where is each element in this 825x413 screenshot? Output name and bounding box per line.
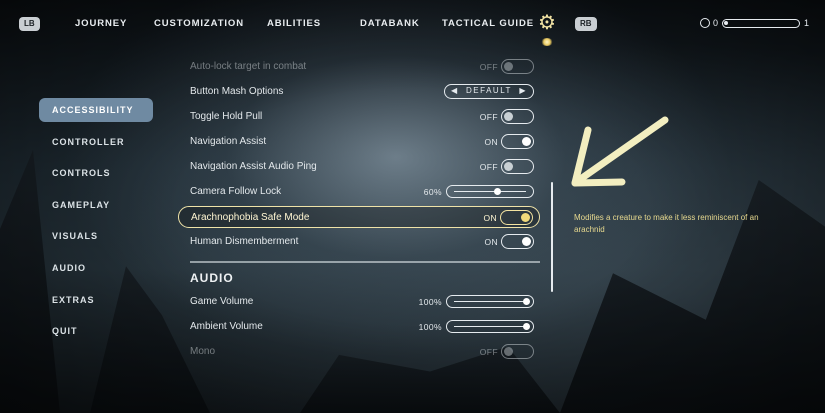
tab-settings[interactable]: ⚙ <box>536 12 558 46</box>
sidebar-item-controller[interactable]: CONTROLLER <box>39 130 153 154</box>
slider-knob[interactable] <box>522 298 530 305</box>
setting-row-button-mash[interactable]: Button Mash Options ◀ DEFAULT ▶ <box>178 81 540 103</box>
toggle-knob <box>504 62 513 71</box>
sidebar-item-quit[interactable]: QUIT <box>39 319 153 343</box>
sidebar-item-gameplay[interactable]: GAMEPLAY <box>39 193 153 217</box>
setting-label: Arachnophobia Safe Mode <box>191 212 310 223</box>
game-volume-slider[interactable] <box>446 295 534 308</box>
setting-label: Navigation Assist <box>190 136 267 147</box>
lb-bumper-button[interactable]: LB <box>19 17 40 31</box>
setting-value: OFF <box>479 62 498 72</box>
slider-track <box>454 300 526 302</box>
stim-count-left: 0 <box>713 18 719 28</box>
sidebar-item-controls[interactable]: CONTROLS <box>39 161 153 185</box>
setting-value: ON <box>484 237 498 247</box>
slider-track <box>454 325 526 327</box>
toggle-knob <box>504 162 513 171</box>
setting-label: Ambient Volume <box>190 321 263 332</box>
setting-row-ambient-volume[interactable]: Ambient Volume 100% <box>178 316 540 338</box>
toggle-knob <box>522 137 531 146</box>
sidebar-item-accessibility[interactable]: ACCESSIBILITY <box>39 98 153 122</box>
arrow-right-icon[interactable]: ▶ <box>519 85 527 97</box>
setting-row-human-dismemberment[interactable]: Human Dismemberment ON <box>178 231 540 253</box>
setting-label: Button Mash Options <box>190 86 284 97</box>
slider-track <box>454 190 526 192</box>
setting-value: OFF <box>479 162 498 172</box>
gear-icon: ⚙ <box>538 12 556 34</box>
top-navigation-bar: LB JOURNEY CUSTOMIZATION ABILITIES DATAB… <box>0 0 825 48</box>
setting-value: 100% <box>418 297 442 307</box>
setting-label: Human Dismemberment <box>190 236 299 247</box>
setting-label: Navigation Assist Audio Ping <box>190 161 317 172</box>
stim-icon <box>700 18 710 28</box>
slider-knob[interactable] <box>493 188 501 195</box>
toggle-hold-pull-toggle[interactable] <box>501 109 534 124</box>
annotation-arrow-icon <box>571 116 669 187</box>
stim-bar <box>722 18 801 28</box>
setting-row-navigation-assist[interactable]: Navigation Assist ON <box>178 131 540 153</box>
setting-label: Mono <box>190 346 216 357</box>
camera-follow-lock-slider[interactable] <box>446 185 534 198</box>
tab-databank[interactable]: DATABANK <box>360 18 420 29</box>
section-title-audio: AUDIO <box>190 271 234 285</box>
setting-label: Toggle Hold Pull <box>190 111 263 122</box>
arachnophobia-safe-mode-toggle[interactable] <box>500 210 533 225</box>
setting-label: Auto-lock target in combat <box>190 61 307 72</box>
navigation-audio-ping-toggle[interactable] <box>501 159 534 174</box>
settings-scrollbar[interactable] <box>551 182 553 292</box>
toggle-knob <box>521 213 530 222</box>
slider-knob[interactable] <box>522 323 530 330</box>
tab-journey[interactable]: JOURNEY <box>75 18 127 29</box>
sidebar-item-visuals[interactable]: VISUALS <box>39 224 153 248</box>
setting-row-auto-lock[interactable]: Auto-lock target in combat OFF <box>178 56 540 78</box>
setting-row-game-volume[interactable]: Game Volume 100% <box>178 291 540 313</box>
ambient-volume-slider[interactable] <box>446 320 534 333</box>
settings-list: Auto-lock target in combat OFF Button Ma… <box>178 56 543 370</box>
tab-abilities[interactable]: ABILITIES <box>267 18 321 29</box>
setting-row-mono[interactable]: Mono OFF <box>178 341 540 363</box>
rb-bumper-button[interactable]: RB <box>575 17 597 31</box>
mono-toggle[interactable] <box>501 344 534 359</box>
human-dismemberment-toggle[interactable] <box>501 234 534 249</box>
setting-row-camera-follow-lock[interactable]: Camera Follow Lock 60% <box>178 181 540 203</box>
setting-description: Modifies a creature to make it less remi… <box>574 213 759 234</box>
setting-value: ON <box>483 213 497 223</box>
setting-row-toggle-hold-pull[interactable]: Toggle Hold Pull OFF <box>178 106 540 128</box>
section-divider <box>190 261 540 263</box>
button-mash-selector[interactable]: ◀ DEFAULT ▶ <box>444 84 534 99</box>
setting-value: 60% <box>423 187 442 197</box>
toggle-knob <box>504 112 513 121</box>
auto-lock-toggle[interactable] <box>501 59 534 74</box>
sidebar-item-extras[interactable]: EXTRAS <box>39 288 153 312</box>
toggle-knob <box>504 347 513 356</box>
setting-row-navigation-audio-ping[interactable]: Navigation Assist Audio Ping OFF <box>178 156 540 178</box>
setting-label: Game Volume <box>190 296 254 307</box>
setting-value: OFF <box>479 112 498 122</box>
navigation-assist-toggle[interactable] <box>501 134 534 149</box>
stim-meter: 0 1 <box>700 16 809 30</box>
tab-tactical-guide[interactable]: TACTICAL GUIDE <box>442 18 534 29</box>
setting-row-arachnophobia-safe-mode[interactable]: Arachnophobia Safe Mode ON <box>178 206 540 228</box>
setting-value: OFF <box>479 347 498 357</box>
sidebar-item-audio[interactable]: AUDIO <box>39 256 153 280</box>
active-tab-indicator <box>541 38 553 46</box>
setting-label: Camera Follow Lock <box>190 186 282 197</box>
stim-count-right: 1 <box>804 18 810 28</box>
settings-category-menu: ACCESSIBILITY CONTROLLER CONTROLS GAMEPL… <box>39 98 153 351</box>
setting-value: 100% <box>418 322 442 332</box>
toggle-knob <box>522 237 531 246</box>
stim-bar-fill <box>724 20 728 25</box>
tab-customization[interactable]: CUSTOMIZATION <box>154 18 244 29</box>
setting-value: ON <box>484 137 498 147</box>
